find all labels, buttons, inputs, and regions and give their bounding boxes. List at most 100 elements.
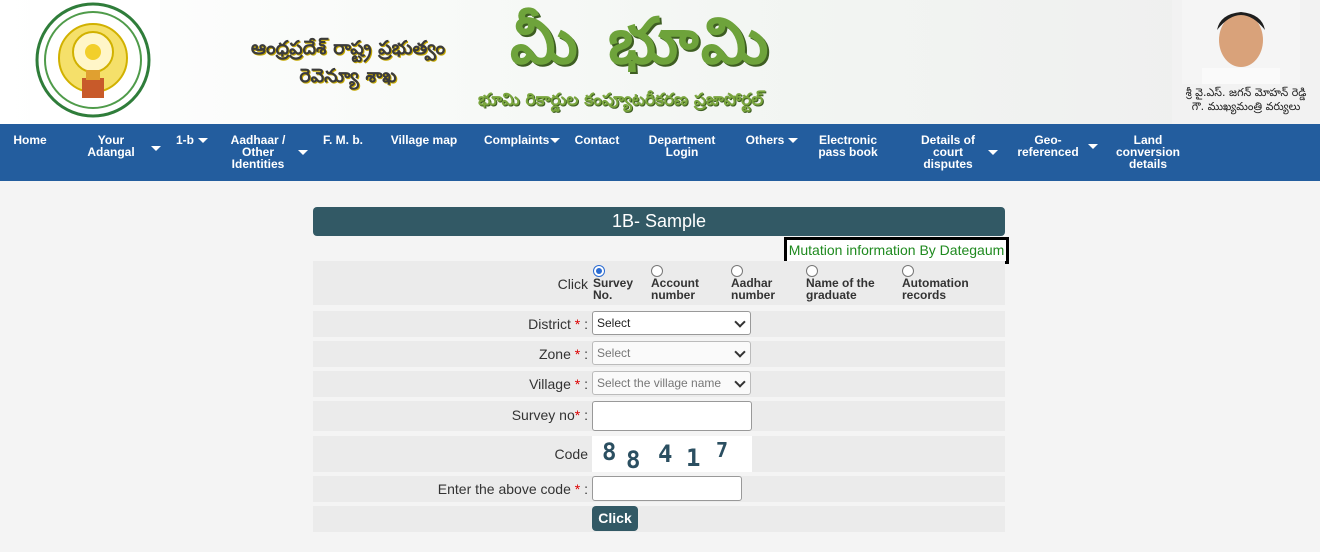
nav-home-label: Home [13, 133, 47, 147]
nav-electronic-pass-book[interactable]: Electronic pass book [816, 134, 880, 158]
nav-label-line: details [1128, 157, 1167, 171]
chevron-down-icon [734, 346, 746, 358]
nav-geo-referenced[interactable]: Geo- referenced [1016, 134, 1080, 158]
cm-name: శ్రీ వై.ఎస్. జగన్ మోహన్ రెడ్డి [1185, 86, 1307, 99]
radio-automation-records-label: Automation records [902, 277, 969, 301]
nav-label-line: Login [665, 145, 699, 159]
nav-1b-label: 1-b [176, 133, 194, 147]
site-header: ఆంధ్రప్రదేశ్ రాష్ట్ర ప్రభుత్వం రెవెన్యూ … [0, 0, 1320, 124]
label-colon: : [584, 407, 588, 423]
option-line: number [651, 288, 696, 302]
captcha-digit: 8 [602, 438, 617, 466]
required-mark: * [574, 481, 581, 497]
radio-survey-no-label: Survey No. [593, 277, 633, 301]
option-line: records [902, 288, 947, 302]
nav-contact[interactable]: Contact [574, 134, 620, 146]
label-colon: : [584, 346, 588, 362]
nav-land-conversion[interactable]: Land conversion details [1114, 134, 1182, 170]
nav-label-line: Adangal [87, 145, 135, 159]
nav-fmb-label: F. M. b. [323, 133, 363, 147]
submit-button[interactable]: Click [592, 506, 638, 531]
enter-code-label: Enter the above code * : [438, 481, 588, 497]
nav-others[interactable]: Others [744, 134, 786, 146]
label-colon: : [584, 376, 588, 392]
nav-home[interactable]: Home [10, 134, 50, 146]
nav-fmb[interactable]: F. M. b. [320, 134, 366, 146]
required-mark: * [574, 346, 581, 362]
nav-village-map-label: Village map [390, 133, 458, 147]
captcha-image: 8 8 4 1 7 [592, 436, 752, 474]
label-colon: : [584, 316, 588, 332]
brand-tagline: భూమి రికార్డుల కంప్యూటరీకరణ ప్రజాపోర్టల్ [478, 90, 764, 110]
nav-1b[interactable]: 1-b [174, 134, 196, 146]
nav-contact-label: Contact [574, 133, 620, 147]
required-mark: * [574, 376, 581, 392]
chevron-down-icon[interactable] [550, 138, 560, 143]
survey-no-input[interactable] [592, 401, 752, 431]
captcha-digit: 4 [658, 440, 673, 468]
captcha-digit: 7 [716, 438, 729, 462]
chevron-down-icon[interactable] [1088, 144, 1098, 149]
nav-aadhaar-identities[interactable]: Aadhaar / Other Identities [226, 134, 290, 170]
nav-label-line: referenced [1017, 145, 1079, 159]
zone-select-value: Select [597, 346, 631, 360]
nav-others-label: Others [745, 133, 785, 147]
government-name: ఆంధ్రప్రదేశ్ రాష్ట్ర ప్రభుత్వం రెవెన్యూ … [222, 34, 474, 90]
chevron-down-icon [734, 376, 746, 388]
chevron-down-icon[interactable] [298, 150, 308, 155]
village-label: Village * : [529, 376, 588, 392]
nav-your-adangal[interactable]: Your Adangal [84, 134, 138, 158]
nav-label-line: disputes [923, 157, 973, 171]
option-line: graduate [806, 288, 857, 302]
option-line: No. [593, 288, 613, 302]
chevron-down-icon[interactable] [151, 146, 161, 151]
required-mark: * [574, 407, 581, 423]
nav-complaints-label: Complaints [484, 133, 550, 147]
label-colon: : [584, 481, 588, 497]
village-select[interactable]: Select the village name [592, 371, 751, 395]
village-label-text: Village [529, 376, 571, 392]
submit-row [313, 506, 1005, 532]
zone-select[interactable]: Select [592, 341, 751, 365]
captcha-digit: 1 [686, 444, 701, 472]
nav-village-map[interactable]: Village map [390, 134, 458, 146]
survey-no-label: Survey no* : [512, 407, 588, 423]
option-line: number [731, 288, 776, 302]
village-select-placeholder: Select the village name [597, 376, 722, 390]
main-navigation: Home Your Adangal 1-b Aadhaar / Other Id… [0, 124, 1320, 181]
form-title: 1B- Sample [313, 207, 1005, 236]
ap-emblem-logo [30, 0, 160, 122]
required-mark: * [574, 316, 581, 332]
enter-code-label-text: Enter the above code [437, 481, 571, 497]
captcha-digit: 8 [626, 446, 641, 474]
brand-title: మీ భూమి [510, 4, 773, 79]
zone-label: Zone * : [539, 346, 588, 362]
government-name-line1: ఆంధ్రప్రదేశ్ రాష్ట్ర ప్రభుత్వం [250, 37, 446, 59]
cm-photo [1182, 0, 1300, 84]
district-select-value: Select [597, 316, 631, 330]
nav-label-line: pass book [818, 145, 878, 159]
nav-label-line: Identities [231, 157, 285, 171]
nav-court-disputes[interactable]: Details of court disputes [916, 134, 980, 170]
government-name-line2: రెవెన్యూ శాఖ [299, 65, 397, 87]
captcha-input[interactable] [592, 476, 742, 501]
survey-no-label-text: Survey no [511, 407, 575, 423]
click-label: Click [557, 276, 588, 292]
radio-aadhar-number-label: Aadhar number [731, 277, 775, 301]
chevron-down-icon[interactable] [198, 138, 208, 143]
zone-label-text: Zone [538, 346, 571, 362]
radio-account-number-label: Account number [651, 277, 699, 301]
radio-graduate-name-label: Name of the graduate [806, 277, 875, 301]
chevron-down-icon[interactable] [788, 138, 798, 143]
cm-caption: శ్రీ వై.ఎస్. జగన్ మోహన్ రెడ్డి గౌ. ముఖ్య… [1172, 86, 1320, 114]
district-label: District * : [528, 316, 588, 332]
chevron-down-icon[interactable] [988, 150, 998, 155]
code-label: Code [554, 446, 588, 462]
district-label-text: District [528, 316, 571, 332]
district-select[interactable]: Select [592, 311, 751, 335]
nav-complaints[interactable]: Complaints [484, 133, 550, 147]
mutation-info-link[interactable]: Mutation information By Dategaum [784, 237, 1009, 264]
chevron-down-icon [734, 316, 746, 328]
nav-department-login[interactable]: Department Login [646, 134, 718, 158]
cm-title: గౌ. ముఖ్యమంత్రి వర్యులు [1191, 100, 1301, 113]
